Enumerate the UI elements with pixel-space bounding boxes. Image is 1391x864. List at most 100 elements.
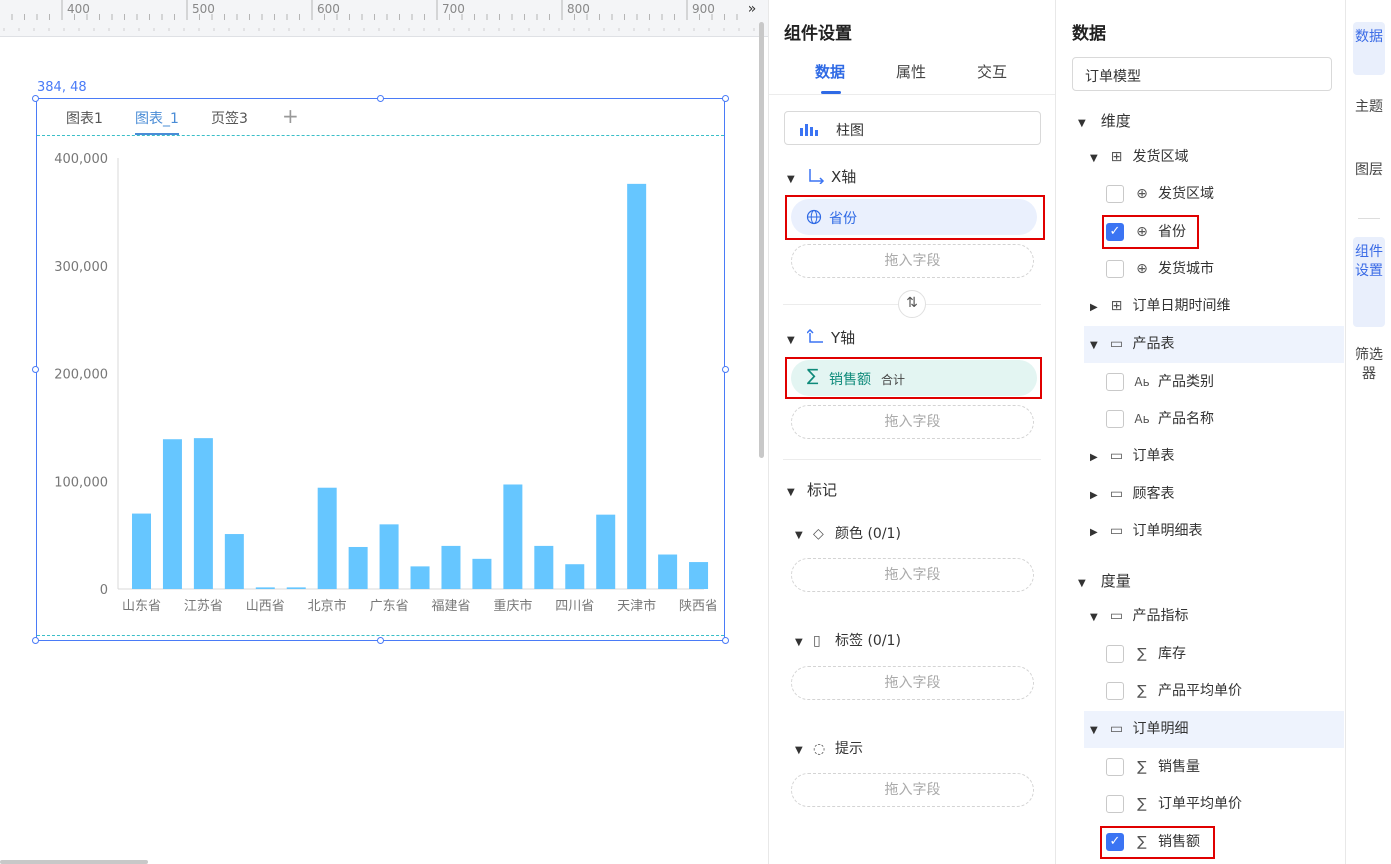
x-tick-label: 福建省	[431, 599, 470, 614]
measure-group[interactable]: ▼ 度量	[1078, 570, 1131, 591]
rail-tab-data[interactable]: 数据	[1353, 22, 1385, 75]
section-divider	[783, 459, 1041, 460]
tree-item-label: 发货城市	[1158, 261, 1214, 277]
checkbox[interactable]	[1106, 645, 1124, 663]
bar[interactable]	[379, 524, 399, 589]
bar[interactable]	[472, 558, 492, 589]
bar[interactable]	[224, 534, 244, 589]
tree-item-ship-region-group[interactable]: ▼ ⊞ 发货区域	[1090, 139, 1340, 176]
tooltip-drop-zone[interactable]: 拖入字段	[791, 773, 1034, 807]
tooltip-section[interactable]: ▼ ◌ 提示	[795, 738, 863, 758]
tree-item-order-detail-table[interactable]: ▶ ▭ 订单明细表	[1090, 513, 1340, 550]
sigma-icon: ∑	[1137, 796, 1147, 812]
resize-handle-top-left[interactable]	[32, 95, 39, 102]
bar[interactable]	[162, 439, 182, 589]
dimension-group[interactable]: ▼ 维度	[1078, 110, 1131, 131]
bar[interactable]	[441, 545, 461, 589]
tree-item-label: 产品平均单价	[1158, 683, 1242, 699]
x-tick-label: 四川省	[555, 599, 594, 614]
label-section[interactable]: ▼ ▯ 标签 (0/1)	[795, 630, 901, 650]
tree-item-order-table[interactable]: ▶ ▭ 订单表	[1090, 438, 1340, 475]
resize-handle-right[interactable]	[722, 366, 729, 373]
canvas-area[interactable]: 400 500 600 700 800 900 » 384, 48 图表1 图表_1 页签…	[0, 0, 768, 864]
y-tick-label: 100,000	[54, 475, 108, 490]
bar[interactable]	[565, 564, 585, 589]
tree-item-product-metrics[interactable]: ▼ ▭ 产品指标	[1090, 598, 1340, 635]
label-drop-zone[interactable]: 拖入字段	[791, 666, 1034, 700]
y-drop-zone[interactable]: 拖入字段	[791, 405, 1034, 439]
tree-item-product-table[interactable]: ▼ ▭ 产品表	[1084, 326, 1344, 363]
horizontal-scrollbar[interactable]	[0, 860, 148, 864]
tree-item-label: 销售量	[1158, 759, 1200, 775]
tree-item-product-name[interactable]: Aь 产品名称	[1106, 401, 1336, 438]
bar[interactable]	[410, 566, 430, 589]
hierarchy-check-icon: ⊞	[1110, 149, 1123, 165]
tree-item-product-category[interactable]: Aь 产品类别	[1106, 364, 1336, 401]
x-axis-section[interactable]: ▼ X轴	[787, 166, 856, 187]
swap-axes-button[interactable]: ⇅	[898, 290, 926, 318]
bar[interactable]	[658, 554, 678, 589]
hierarchy-icon: ⊞	[1110, 298, 1123, 314]
tree-item-ship-region[interactable]: ⊕ 发货区域	[1106, 176, 1336, 213]
color-drop-zone[interactable]: 拖入字段	[791, 558, 1034, 592]
resize-handle-bottom-left[interactable]	[32, 637, 39, 644]
tree-item-ship-city[interactable]: ⊕ 发货城市	[1106, 251, 1336, 288]
chevron-down-icon: ▼	[795, 745, 803, 756]
chevron-down-icon: ▼	[795, 637, 803, 648]
chart-type-select[interactable]: 柱图	[784, 111, 1041, 145]
chart-tab-1[interactable]: 图表1	[66, 108, 103, 128]
rail-tab-component-settings[interactable]: 组件设置	[1353, 237, 1385, 327]
rail-tab-layers[interactable]: 图层	[1353, 155, 1385, 186]
rail-tab-theme[interactable]: 主题	[1353, 92, 1385, 123]
resize-handle-top-right[interactable]	[722, 95, 729, 102]
bar[interactable]	[534, 545, 554, 589]
color-section[interactable]: ▼ ◇ 颜色 (0/1)	[795, 523, 901, 543]
model-select[interactable]: 订单模型	[1072, 57, 1332, 91]
x-drop-zone[interactable]: 拖入字段	[791, 244, 1034, 278]
tab-data[interactable]: 数据	[815, 61, 845, 82]
horizontal-ruler: 400 500 600 700 800 900 »	[0, 0, 768, 37]
ruler-label: 800	[567, 2, 590, 16]
checkbox[interactable]	[1106, 410, 1124, 428]
tree-item-customer-table[interactable]: ▶ ▭ 顾客表	[1090, 476, 1340, 513]
y-axis-section[interactable]: ▼ Y轴	[787, 327, 855, 348]
tree-item-order-detail[interactable]: ▼ ▭ 订单明细	[1084, 711, 1344, 748]
tree-item-stock[interactable]: ∑ 库存	[1106, 636, 1336, 673]
tree-item-sales-qty[interactable]: ∑ 销售量	[1106, 749, 1336, 786]
expand-panel-icon[interactable]: »	[742, 0, 762, 20]
checkbox[interactable]	[1106, 758, 1124, 776]
resize-handle-bottom[interactable]	[377, 637, 384, 644]
chart-tab-3[interactable]: 页签3	[211, 108, 248, 128]
resize-handle-bottom-right[interactable]	[722, 637, 729, 644]
tree-item-avg-order-price[interactable]: ∑ 订单平均单价	[1106, 786, 1336, 823]
tab-properties[interactable]: 属性	[896, 61, 926, 82]
checkbox[interactable]	[1106, 185, 1124, 203]
chart-tab-2[interactable]: 图表_1	[135, 108, 179, 135]
x-tick-label: 北京市	[308, 598, 347, 614]
bar[interactable]	[255, 587, 275, 589]
tree-item-order-date[interactable]: ▶ ⊞ 订单日期时间维	[1090, 288, 1340, 325]
bar[interactable]	[627, 183, 647, 590]
bar[interactable]	[132, 513, 151, 589]
bar[interactable]	[596, 514, 616, 589]
tree-item-avg-product-price[interactable]: ∑ 产品平均单价	[1106, 673, 1336, 710]
bar[interactable]	[193, 438, 213, 589]
checkbox[interactable]	[1106, 682, 1124, 700]
bar[interactable]	[348, 546, 368, 589]
ruler-label: 600	[317, 2, 340, 16]
add-tab-icon[interactable]: +	[282, 104, 299, 128]
marks-section[interactable]: ▼ 标记	[787, 479, 837, 500]
checkbox[interactable]	[1106, 795, 1124, 813]
rail-tab-filters[interactable]: 筛选器	[1353, 340, 1385, 390]
bar[interactable]	[503, 484, 523, 589]
bar[interactable]	[689, 562, 709, 589]
vertical-scrollbar[interactable]	[759, 22, 764, 458]
tab-interaction[interactable]: 交互	[977, 61, 1007, 82]
resize-handle-top[interactable]	[377, 95, 384, 102]
bar[interactable]	[317, 487, 337, 589]
checkbox[interactable]	[1106, 373, 1124, 391]
ruler-label: 500	[192, 2, 215, 16]
checkbox[interactable]	[1106, 260, 1124, 278]
bar-chart-icon	[800, 124, 818, 136]
bar[interactable]	[286, 587, 306, 589]
